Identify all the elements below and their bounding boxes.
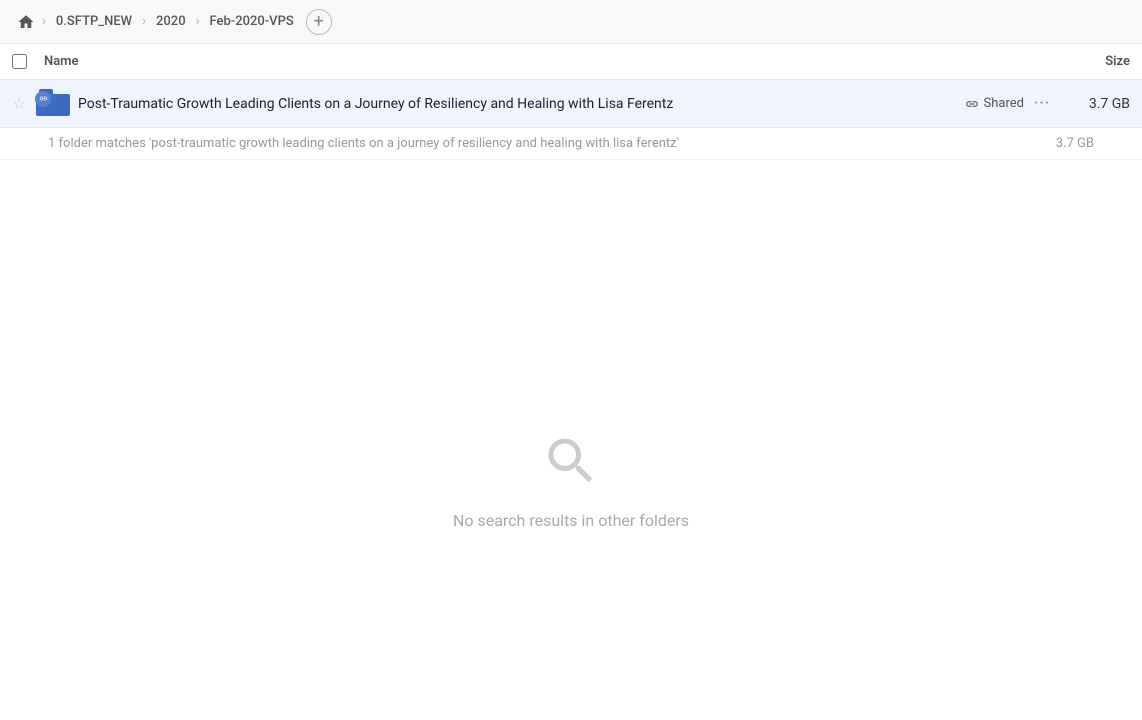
name-column-header: Name: [44, 54, 1050, 69]
column-header: Name Size: [0, 44, 1142, 80]
select-all-checkbox[interactable]: [12, 54, 27, 69]
breadcrumb-feb[interactable]: Feb-2020-VPS: [202, 10, 302, 33]
home-button[interactable]: [12, 8, 40, 36]
empty-state-text: No search results in other folders: [453, 511, 689, 530]
size-column-header: Size: [1050, 54, 1130, 69]
file-name[interactable]: Post-Traumatic Growth Leading Clients on…: [78, 96, 934, 112]
main-content: Name Size ☆ Post-Traumatic Growth Leadin…: [0, 44, 1142, 720]
separator-2: ›: [142, 14, 146, 29]
shared-badge: Shared: [934, 96, 1024, 111]
separator-1: ›: [42, 14, 46, 29]
more-options-button[interactable]: ···: [1024, 93, 1060, 114]
breadcrumb-sftp[interactable]: 0.SFTP_NEW: [48, 10, 140, 33]
file-row[interactable]: ☆ Post-Traumatic Growth Leading Clients …: [0, 80, 1142, 128]
match-info: 1 folder matches 'post-traumatic growth …: [0, 128, 1142, 160]
breadcrumb-2020[interactable]: 2020: [148, 10, 194, 33]
separator-3: ›: [196, 14, 200, 29]
add-breadcrumb-button[interactable]: +: [306, 9, 332, 35]
select-all-checkbox-col: [12, 54, 44, 69]
file-size: 3.7 GB: [1060, 96, 1130, 112]
breadcrumb-bar: › 0.SFTP_NEW › 2020 › Feb-2020-VPS +: [0, 0, 1142, 44]
empty-state: No search results in other folders: [0, 160, 1142, 720]
match-size: 3.7 GB: [1056, 136, 1094, 151]
folder-icon: [36, 89, 72, 119]
shared-label: Shared: [984, 96, 1024, 111]
search-icon: [541, 431, 601, 495]
star-button[interactable]: ☆: [12, 94, 36, 113]
match-text: 1 folder matches 'post-traumatic growth …: [48, 136, 679, 151]
